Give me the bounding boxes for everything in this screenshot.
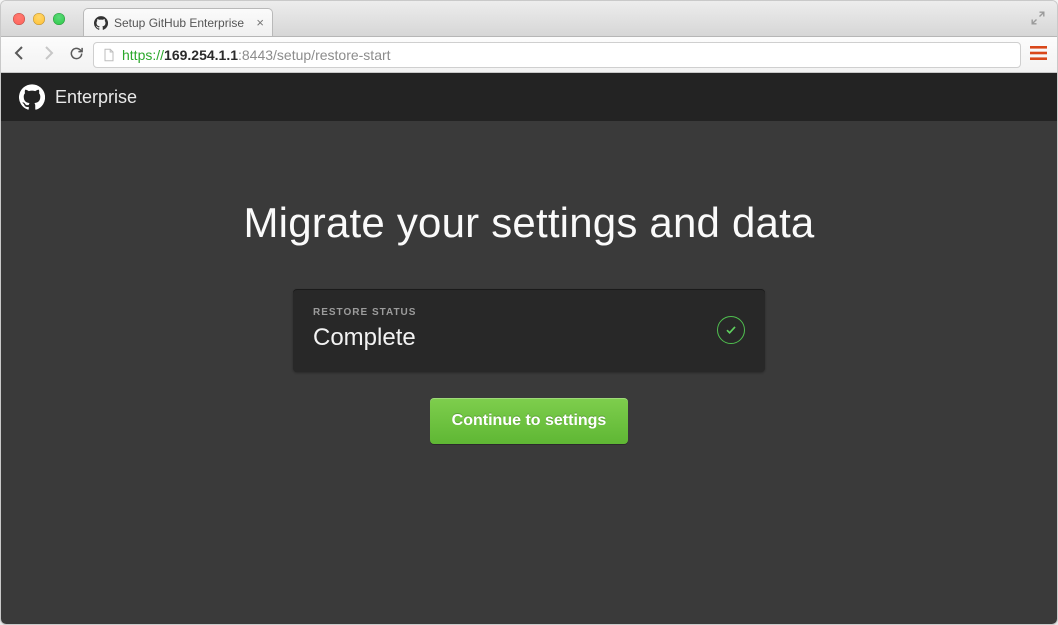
page-title: Migrate your settings and data: [244, 199, 815, 247]
page-header: Enterprise: [1, 73, 1057, 121]
tab-close-icon[interactable]: ×: [256, 16, 264, 29]
url-path: /setup/restore-start: [273, 47, 391, 63]
back-button[interactable]: [9, 45, 31, 64]
page-viewport: Enterprise Migrate your settings and dat…: [1, 73, 1057, 624]
continue-to-settings-button[interactable]: Continue to settings: [430, 398, 629, 444]
tab-title: Setup GitHub Enterprise: [114, 16, 244, 30]
hamburger-menu-icon[interactable]: [1027, 44, 1049, 65]
url-text: https://169.254.1.1:8443/setup/restore-s…: [122, 47, 391, 63]
window-titlebar: Setup GitHub Enterprise ×: [1, 1, 1057, 37]
url-host: 169.254.1.1: [164, 47, 238, 63]
window-zoom-button[interactable]: [53, 13, 65, 25]
window-controls: [13, 13, 65, 25]
brand-text: Enterprise: [55, 87, 137, 108]
status-complete-icon: [717, 316, 745, 344]
browser-window: Setup GitHub Enterprise × https://169.25…: [0, 0, 1058, 625]
status-text-group: RESTORE STATUS Complete: [313, 307, 416, 352]
window-minimize-button[interactable]: [33, 13, 45, 25]
window-close-button[interactable]: [13, 13, 25, 25]
forward-button[interactable]: [37, 45, 59, 64]
status-label: RESTORE STATUS: [313, 307, 416, 318]
status-value: Complete: [313, 324, 416, 352]
github-favicon-icon: [94, 16, 108, 30]
page-icon: [102, 48, 116, 62]
page-main: Migrate your settings and data RESTORE S…: [1, 121, 1057, 624]
github-logo-icon: [19, 84, 45, 110]
reload-button[interactable]: [65, 46, 87, 64]
address-bar[interactable]: https://169.254.1.1:8443/setup/restore-s…: [93, 42, 1021, 68]
tab-strip: Setup GitHub Enterprise ×: [83, 8, 273, 36]
restore-status-card: RESTORE STATUS Complete: [293, 289, 765, 372]
fullscreen-icon[interactable]: [1031, 11, 1045, 25]
url-port: :8443: [238, 47, 273, 63]
browser-toolbar: https://169.254.1.1:8443/setup/restore-s…: [1, 37, 1057, 73]
url-scheme: https://: [122, 47, 164, 63]
browser-tab[interactable]: Setup GitHub Enterprise ×: [83, 8, 273, 36]
